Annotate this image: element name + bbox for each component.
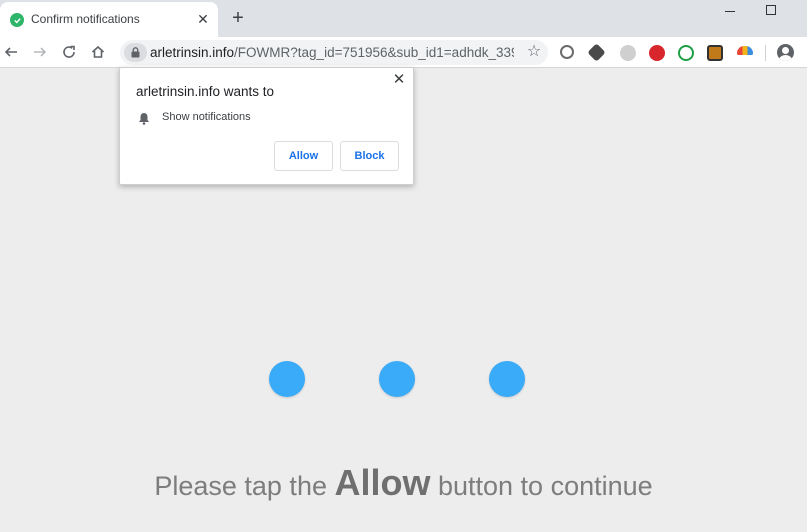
permission-text: Show notifications xyxy=(162,111,251,123)
reload-icon[interactable] xyxy=(60,43,78,61)
forward-icon[interactable] xyxy=(31,43,49,61)
umbrella-extension-icon[interactable] xyxy=(737,46,753,55)
loading-dot xyxy=(489,361,525,397)
continue-message: Please tap the Allow button to continue xyxy=(0,462,807,504)
film-extension-icon[interactable] xyxy=(707,45,723,61)
cloud-extension-icon[interactable] xyxy=(560,45,574,59)
tab-title: Confirm notifications xyxy=(31,12,140,26)
maximize-icon[interactable] xyxy=(766,5,776,15)
url-host: arletrinsin.info xyxy=(150,45,235,60)
check-icon xyxy=(10,13,24,27)
loading-dot xyxy=(269,361,305,397)
home-icon[interactable] xyxy=(89,43,107,61)
star-icon[interactable]: ☆ xyxy=(525,43,543,61)
profile-icon[interactable] xyxy=(777,44,794,61)
notification-permission-dialog: arletrinsin.info wants to ✕ Show notific… xyxy=(119,67,414,185)
loading-dot xyxy=(379,361,415,397)
bell-icon xyxy=(139,113,149,125)
message-after: button to continue xyxy=(430,471,653,501)
back-icon[interactable] xyxy=(2,43,20,61)
url-text[interactable]: arletrinsin.info/FOWMR?tag_id=751956&sub… xyxy=(150,45,514,60)
browser-toolbar: arletrinsin.info/FOWMR?tag_id=751956&sub… xyxy=(0,37,807,68)
lock-icon[interactable] xyxy=(124,43,147,62)
message-emphasis: Allow xyxy=(334,462,431,503)
tab-confirm-notifications[interactable]: Confirm notifications ✕ xyxy=(0,2,218,37)
address-bar[interactable]: arletrinsin.info/FOWMR?tag_id=751956&sub… xyxy=(120,40,548,65)
toolbar-divider xyxy=(765,45,766,61)
red-extension-icon[interactable] xyxy=(649,45,665,61)
block-button[interactable]: Block xyxy=(340,141,399,171)
play-extension-icon[interactable] xyxy=(678,45,694,61)
url-path: /FOWMR?tag_id=751956&sub_id1=adhdk_339-.… xyxy=(234,45,514,60)
grey-extension-icon[interactable] xyxy=(620,45,636,61)
dialog-title: arletrinsin.info wants to xyxy=(136,84,275,99)
allow-button[interactable]: Allow xyxy=(274,141,333,171)
close-icon[interactable]: ✕ xyxy=(196,12,210,26)
tab-strip: Confirm notifications ✕ + xyxy=(0,0,807,37)
message-before: Please tap the xyxy=(154,471,335,501)
minimize-icon[interactable] xyxy=(723,4,737,18)
plus-icon[interactable]: + xyxy=(229,8,247,28)
close-icon[interactable]: ✕ xyxy=(392,72,406,87)
diamond-extension-icon[interactable] xyxy=(587,43,606,62)
